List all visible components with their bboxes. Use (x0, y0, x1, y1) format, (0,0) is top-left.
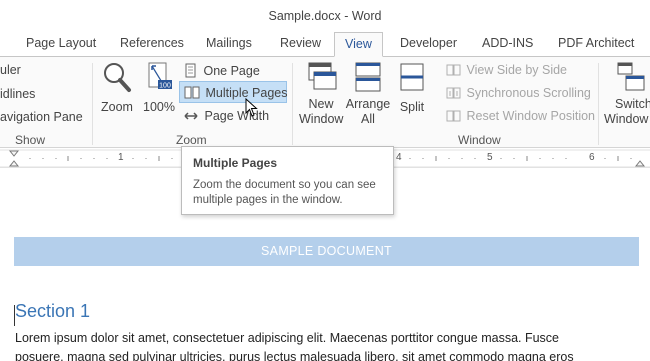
one-page-label: One Page (203, 64, 260, 78)
document-banner: SAMPLE DOCUMENT (14, 237, 639, 266)
arrange-all-button[interactable]: Arrange All (345, 61, 391, 127)
tab-references[interactable]: References (120, 32, 184, 56)
reset-window-position-label: Reset Window Position (466, 109, 596, 123)
split-icon (400, 63, 424, 91)
switch-windows-label-2: Window (604, 112, 649, 126)
tooltip-title: Multiple Pages (193, 156, 278, 170)
ruler-number: 4 (396, 152, 402, 163)
ruler-number: 5 (487, 152, 493, 163)
split-label: Split (399, 100, 425, 114)
reset-window-position-button[interactable]: Reset Window Position (446, 109, 595, 123)
tab-review[interactable]: Review (280, 32, 321, 56)
ruler-checkbox[interactable]: uler (0, 63, 21, 77)
navigation-pane-checkbox[interactable]: avigation Pane (0, 110, 83, 124)
multiple-pages-button[interactable]: Multiple Pages (184, 85, 287, 100)
zoom-button-label: Zoom (101, 100, 133, 114)
tab-pdf-architect[interactable]: PDF Architect (558, 32, 634, 56)
zoom-100-badge: 100 (159, 83, 171, 90)
new-window-icon (308, 62, 337, 90)
window-group-label: Window (458, 133, 501, 147)
split-button[interactable]: Split (396, 61, 428, 115)
multiple-pages-icon (184, 86, 200, 99)
tab-page-layout[interactable]: Page Layout (26, 32, 96, 56)
one-page-icon (185, 63, 196, 78)
synchronous-scrolling-button[interactable]: Synchronous Scrolling (446, 86, 591, 100)
new-window-button[interactable]: New Window (299, 61, 343, 127)
mouse-pointer-icon (245, 98, 258, 117)
ruler-number: 1 (118, 152, 124, 163)
ribbon: uler idlines avigation Pane Show Zoom 10… (0, 56, 650, 148)
ruler-number: 6 (589, 152, 595, 163)
sync-scroll-icon (446, 87, 461, 99)
paragraph-line: posuere, magna sed pulvinar ultricies, p… (15, 350, 574, 361)
switch-windows-label-1: Switch (615, 97, 650, 111)
zoom-100-button[interactable]: 100 100% (141, 61, 177, 115)
show-group-label: Show (15, 133, 46, 147)
synchronous-scrolling-label: Synchronous Scrolling (466, 86, 591, 100)
tab-developer[interactable]: Developer (400, 32, 457, 56)
arrange-all-label-2: All (361, 112, 375, 126)
tab-mailings[interactable]: Mailings (206, 32, 252, 56)
view-side-by-side-button[interactable]: View Side by Side (446, 63, 567, 77)
zoom-100-label: 100% (143, 100, 175, 114)
gridlines-checkbox[interactable]: idlines (0, 87, 35, 101)
side-by-side-icon (446, 64, 461, 76)
new-window-label-1: New (308, 97, 334, 111)
tab-add-ins[interactable]: ADD-INS (482, 32, 533, 56)
zoom-100-icon: 100 (148, 62, 172, 90)
switch-windows-icon (617, 62, 645, 91)
page-width-label: Page Width (204, 109, 270, 123)
arrange-all-icon (355, 62, 381, 92)
tooltip-body: Zoom the document so you can see multipl… (193, 179, 376, 206)
page-width-icon (184, 112, 198, 120)
window-title: Sample.docx - Word (268, 9, 382, 23)
arrange-all-label-1: Arrange (345, 97, 391, 111)
group-separator (292, 63, 293, 145)
view-side-by-side-label: View Side by Side (466, 63, 568, 77)
ribbon-tabs: Page Layout References Mailings Review V… (0, 32, 650, 57)
new-window-label-2: Window (299, 112, 344, 126)
zoom-group-label: Zoom (176, 133, 207, 147)
section-heading: Section 1 (15, 301, 91, 321)
one-page-button[interactable]: One Page (184, 63, 260, 78)
switch-windows-button[interactable]: Switch Window (603, 61, 650, 127)
magnifier-icon (104, 63, 131, 92)
paragraph-line: Lorem ipsum dolor sit amet, consectetuer… (15, 331, 560, 345)
group-separator (598, 63, 599, 145)
tab-view[interactable]: View (334, 32, 383, 57)
group-separator (92, 63, 93, 145)
multiple-pages-tooltip: Multiple Pages Zoom the document so you … (181, 146, 394, 215)
title-bar: Sample.docx - Word (0, 0, 650, 32)
zoom-button[interactable]: Zoom (98, 61, 136, 115)
reset-position-icon (446, 110, 461, 122)
